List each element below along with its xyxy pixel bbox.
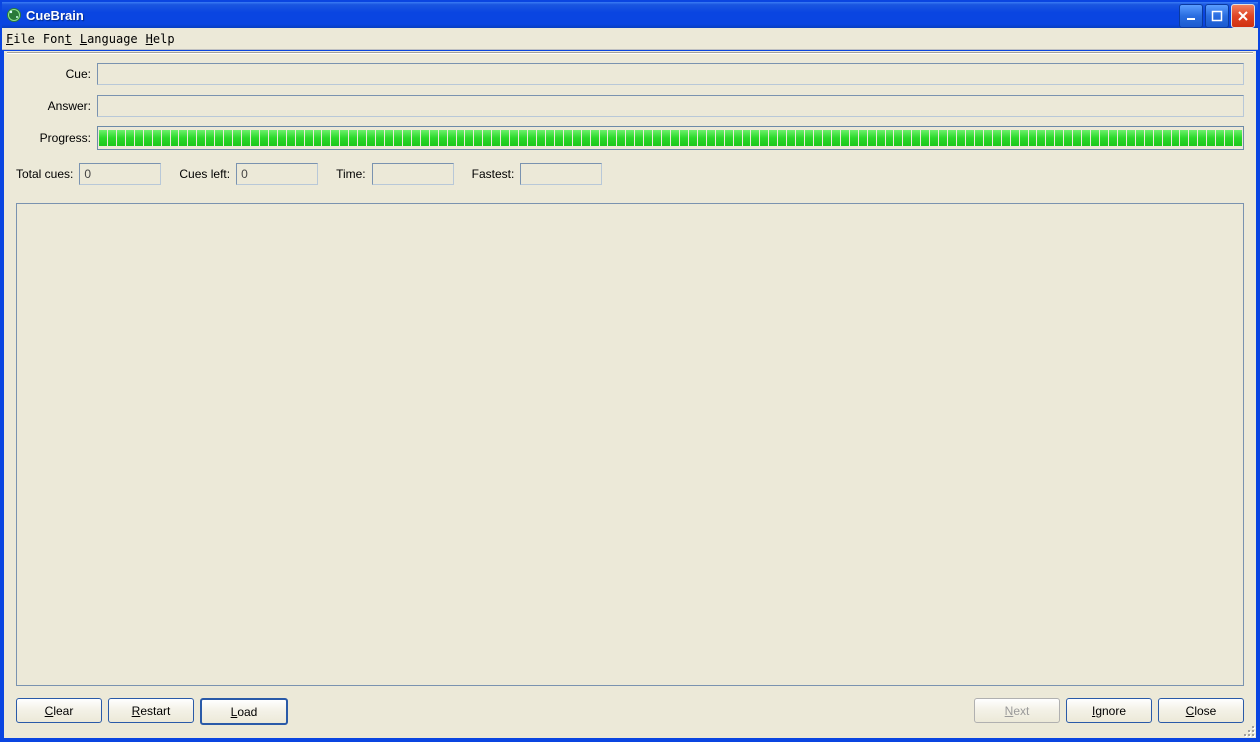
total-cues-field: 0	[79, 163, 161, 185]
application-window: CueBrain File Font Language Help Cue: An…	[0, 0, 1260, 742]
answer-label: Answer:	[16, 99, 97, 113]
progress-row: Progress:	[16, 127, 1244, 149]
menubar: File Font Language Help	[2, 28, 1258, 50]
client-area: Cue: Answer: Progress: Total cues: 0 Cue…	[4, 51, 1256, 738]
fastest-label: Fastest:	[472, 167, 521, 181]
progress-bar	[97, 126, 1244, 150]
fastest-group: Fastest:	[472, 163, 603, 185]
time-field	[372, 163, 454, 185]
cues-left-group: Cues left: 0	[179, 163, 318, 185]
output-area	[16, 203, 1244, 686]
spacer	[294, 698, 974, 722]
next-button[interactable]: Next	[974, 698, 1060, 723]
stats-row: Total cues: 0 Cues left: 0 Time: Fastest…	[16, 163, 1244, 185]
cue-field	[97, 63, 1244, 85]
time-label: Time:	[336, 167, 372, 181]
window-title: CueBrain	[26, 8, 1177, 23]
window-controls	[1177, 4, 1255, 26]
menu-language[interactable]: Language	[80, 32, 138, 46]
menu-font[interactable]: Font	[43, 32, 72, 46]
cue-row: Cue:	[16, 63, 1244, 85]
statusbar	[4, 726, 1256, 738]
close-button[interactable]: Close	[1158, 698, 1244, 723]
app-icon	[6, 7, 22, 23]
cue-label: Cue:	[16, 67, 97, 81]
close-window-button[interactable]	[1231, 4, 1255, 28]
cues-left-field: 0	[236, 163, 318, 185]
load-button[interactable]: Load	[200, 698, 288, 725]
progress-label: Progress:	[16, 131, 97, 145]
titlebar[interactable]: CueBrain	[2, 2, 1258, 28]
restart-button[interactable]: Restart	[108, 698, 194, 723]
clear-button[interactable]: Clear	[16, 698, 102, 723]
cues-left-label: Cues left:	[179, 167, 236, 181]
fastest-field	[520, 163, 602, 185]
minimize-button[interactable]	[1179, 4, 1203, 28]
resize-grip-icon[interactable]	[1242, 724, 1254, 736]
separator	[7, 52, 1253, 54]
button-bar: Clear Restart Load Next Ignore Close	[16, 698, 1244, 722]
maximize-button[interactable]	[1205, 4, 1229, 28]
total-cues-label: Total cues:	[16, 167, 79, 181]
time-group: Time:	[336, 163, 454, 185]
ignore-button[interactable]: Ignore	[1066, 698, 1152, 723]
total-cues-group: Total cues: 0	[16, 163, 161, 185]
menu-file[interactable]: File	[6, 32, 35, 46]
answer-row: Answer:	[16, 95, 1244, 117]
answer-field[interactable]	[97, 95, 1244, 117]
menu-help[interactable]: Help	[146, 32, 175, 46]
